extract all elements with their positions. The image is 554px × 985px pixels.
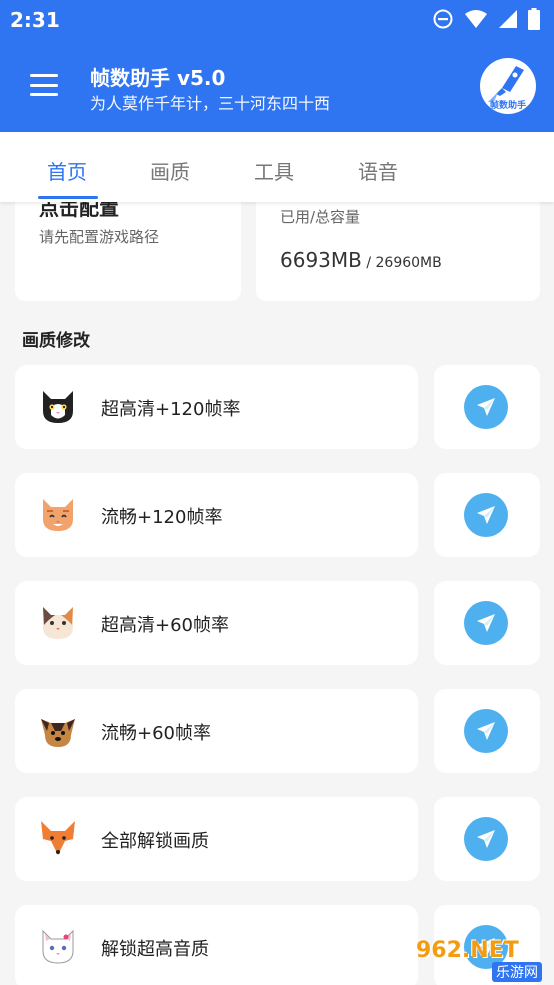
quality-option-label: 超高清+120帧率 — [101, 399, 241, 420]
apply-button[interactable] — [464, 493, 508, 537]
do-not-disturb-icon — [433, 9, 453, 29]
apply-button[interactable] — [464, 385, 508, 429]
apply-card — [434, 365, 540, 449]
apply-button[interactable] — [464, 817, 508, 861]
tab-bar: 首页 画质 工具 语音 — [0, 132, 554, 202]
status-bar: 2:31 — [0, 0, 554, 38]
storage-card: 已用/总容量 6693MB / 26960MB — [256, 202, 540, 301]
menu-icon-line — [30, 74, 58, 77]
fox-icon — [41, 821, 75, 855]
app-bar: 帧数助手 v5.0 为人莫作千年计，三十河东四十西 帧数助手 — [0, 38, 554, 132]
quality-option-card[interactable]: 全部解锁画质 — [15, 797, 418, 881]
tab-quality[interactable]: 画质 — [150, 156, 190, 185]
config-card[interactable]: 点击配置 请先配置游戏路径 — [15, 202, 241, 301]
menu-button[interactable] — [26, 70, 62, 100]
app-logo: 帧数助手 — [480, 58, 536, 114]
quality-option-card[interactable]: 流畅+120帧率 — [15, 473, 418, 557]
app-title: 帧数助手 v5.0 — [90, 66, 226, 90]
paper-plane-icon — [477, 614, 495, 632]
status-time: 2:31 — [10, 8, 60, 32]
storage-label: 已用/总容量 — [280, 208, 361, 226]
tab-voice[interactable]: 语音 — [358, 156, 398, 185]
storage-value: 6693MB / 26960MB — [280, 248, 442, 272]
orange-cat-icon — [43, 499, 73, 531]
quality-option-card[interactable]: 超高清+120帧率 — [15, 365, 418, 449]
config-title: 点击配置 — [39, 202, 119, 220]
site-watermark: 962.NET 乐游网 — [416, 938, 548, 982]
config-description: 请先配置游戏路径 — [39, 228, 160, 246]
quality-option-label: 解锁超高音质 — [101, 939, 209, 960]
watermark-text: 962.NET — [416, 938, 519, 963]
quality-option-label: 流畅+60帧率 — [101, 723, 211, 744]
calico-cat-icon — [43, 607, 73, 639]
white-cat-icon — [42, 929, 74, 964]
paper-plane-icon — [477, 398, 495, 416]
paper-plane-icon — [477, 722, 495, 740]
wifi-icon — [465, 10, 487, 28]
apply-card — [434, 797, 540, 881]
quality-option-card[interactable]: 解锁超高音质 — [15, 905, 418, 985]
tab-home[interactable]: 首页 — [47, 156, 87, 185]
tab-tools[interactable]: 工具 — [254, 156, 294, 185]
quality-option-label: 全部解锁画质 — [101, 831, 209, 852]
yorkie-dog-icon — [41, 719, 75, 747]
quality-option-card[interactable]: 超高清+60帧率 — [15, 581, 418, 665]
apply-card — [434, 689, 540, 773]
logo-text: 帧数助手 — [489, 101, 526, 111]
apply-card — [434, 473, 540, 557]
signal-icon — [499, 10, 517, 28]
menu-icon-line — [30, 83, 58, 87]
black-white-cat-icon — [43, 391, 73, 423]
battery-icon — [528, 8, 540, 30]
storage-total: 26960MB — [375, 255, 442, 271]
quality-option-label: 超高清+60帧率 — [101, 615, 229, 636]
quality-option-label: 流畅+120帧率 — [101, 507, 223, 528]
storage-separator: / — [361, 255, 376, 271]
apply-button[interactable] — [464, 709, 508, 753]
section-title: 画质修改 — [22, 331, 90, 351]
app-subtitle: 为人莫作千年计，三十河东四十西 — [90, 94, 331, 113]
quality-option-card[interactable]: 流畅+60帧率 — [15, 689, 418, 773]
main-content[interactable]: 点击配置 请先配置游戏路径 已用/总容量 6693MB / 26960MB 画质… — [0, 202, 554, 985]
storage-used: 6693MB — [280, 248, 362, 272]
apply-button[interactable] — [464, 601, 508, 645]
tab-indicator — [38, 196, 98, 199]
status-icons — [432, 8, 540, 30]
apply-card — [434, 581, 540, 665]
watermark-subtext: 乐游网 — [492, 962, 542, 982]
paper-plane-icon — [477, 506, 495, 524]
paper-plane-icon — [477, 830, 495, 848]
menu-icon-line — [30, 93, 58, 96]
